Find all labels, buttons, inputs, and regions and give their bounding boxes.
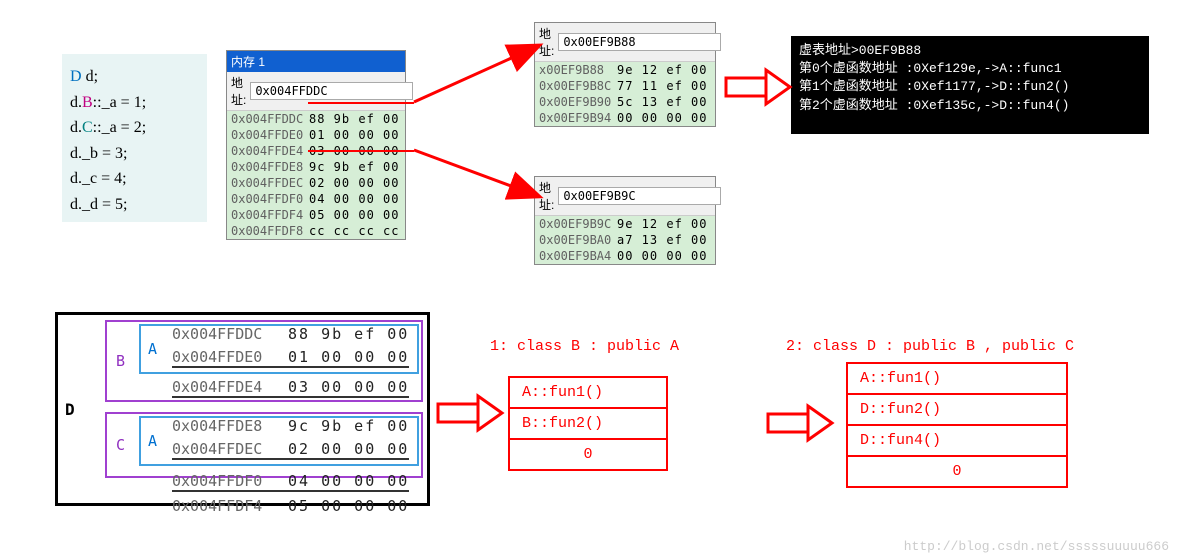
watermark: http://blog.csdn.net/sssssuuuuu666 — [904, 539, 1169, 554]
vtable2-r2: D::fun2() — [848, 395, 1066, 426]
vtable2-r3: D::fun4() — [848, 426, 1066, 457]
addr-input-2[interactable] — [558, 33, 721, 51]
thick-arrow-1 — [726, 70, 790, 104]
vtable1-r2: B::fun2() — [510, 409, 666, 440]
vtable2-r4: 0 — [848, 457, 1066, 486]
memory-panel-3: 地址: 0x00EF9B9C9e 12 ef 00 0x00EF9BA0a7 1… — [534, 176, 716, 265]
code-l1: d; — [82, 68, 98, 85]
code-l5: d._c = 4; — [70, 166, 199, 192]
memory-panel-1: 内存 1 地址: 0x004FFDDC88 9b ef 00 0x004FFDE… — [226, 50, 406, 240]
label-D: D — [65, 400, 75, 419]
memory-title-1: 内存 1 — [227, 51, 405, 72]
hex-body-3: 0x00EF9B9C9e 12 ef 00 0x00EF9BA0a7 13 ef… — [535, 216, 715, 264]
hex-body-2: x00EF9B889e 12 ef 00 0x00EF9B8C77 11 ef … — [535, 62, 715, 126]
label-B: B — [116, 352, 125, 370]
vtable-2: A::fun1() D::fun2() D::fun4() 0 — [846, 362, 1068, 488]
vtable1-r3: 0 — [510, 440, 666, 469]
addr-input-3[interactable] — [558, 187, 721, 205]
term-l3: 第1个虚函数地址 :0Xef1177,->D::fun2() — [799, 78, 1141, 96]
term-l4: 第2个虚函数地址 :0Xef135c,->D::fun4() — [799, 97, 1141, 115]
terminal-output: 虚表地址>00EF9B88 第0个虚函数地址 :0Xef129e,->A::fu… — [791, 36, 1149, 134]
hex-body-1: 0x004FFDDC88 9b ef 00 0x004FFDE001 00 00… — [227, 111, 405, 239]
code-cls-c: C — [82, 119, 93, 136]
red-underline-2 — [308, 150, 414, 152]
heading-2: 2: class D : public B , public C — [786, 338, 1074, 355]
heading-1: 1: class B : public A — [490, 338, 679, 355]
arrow-vptr2 — [414, 150, 538, 196]
term-l2: 第0个虚函数地址 :0Xef129e,->A::func1 — [799, 60, 1141, 78]
vtable-1: A::fun1() B::fun2() 0 — [508, 376, 668, 471]
label-A-1: A — [148, 340, 157, 358]
addr-label-3: 地址: — [539, 179, 554, 213]
label-C: C — [116, 436, 125, 454]
addr-label-2: 地址: — [539, 25, 554, 59]
thick-arrow-3 — [768, 406, 832, 440]
addr-input-1[interactable] — [250, 82, 413, 100]
code-block: D d; d.B::_a = 1; d.C::_a = 2; d._b = 3;… — [62, 54, 207, 222]
term-l1: 虚表地址>00EF9B88 — [799, 42, 1141, 60]
code-l6: d._d = 5; — [70, 192, 199, 218]
code-cls-b: B — [82, 94, 93, 111]
memory-panel-2: 地址: x00EF9B889e 12 ef 00 0x00EF9B8C77 11… — [534, 22, 716, 127]
memory-layout-rows: 0x004FFDDC88 9b ef 00 0x004FFDE001 00 00… — [172, 322, 409, 518]
arrow-vptr1 — [414, 46, 538, 102]
thick-arrow-2 — [438, 396, 502, 430]
red-underline-1 — [308, 102, 414, 104]
code-l4: d._b = 3; — [70, 141, 199, 167]
code-type: D — [70, 68, 82, 85]
addr-label-1: 地址: — [231, 74, 246, 108]
vtable2-r1: A::fun1() — [848, 364, 1066, 395]
vtable1-r1: A::fun1() — [510, 378, 666, 409]
label-A-2: A — [148, 432, 157, 450]
